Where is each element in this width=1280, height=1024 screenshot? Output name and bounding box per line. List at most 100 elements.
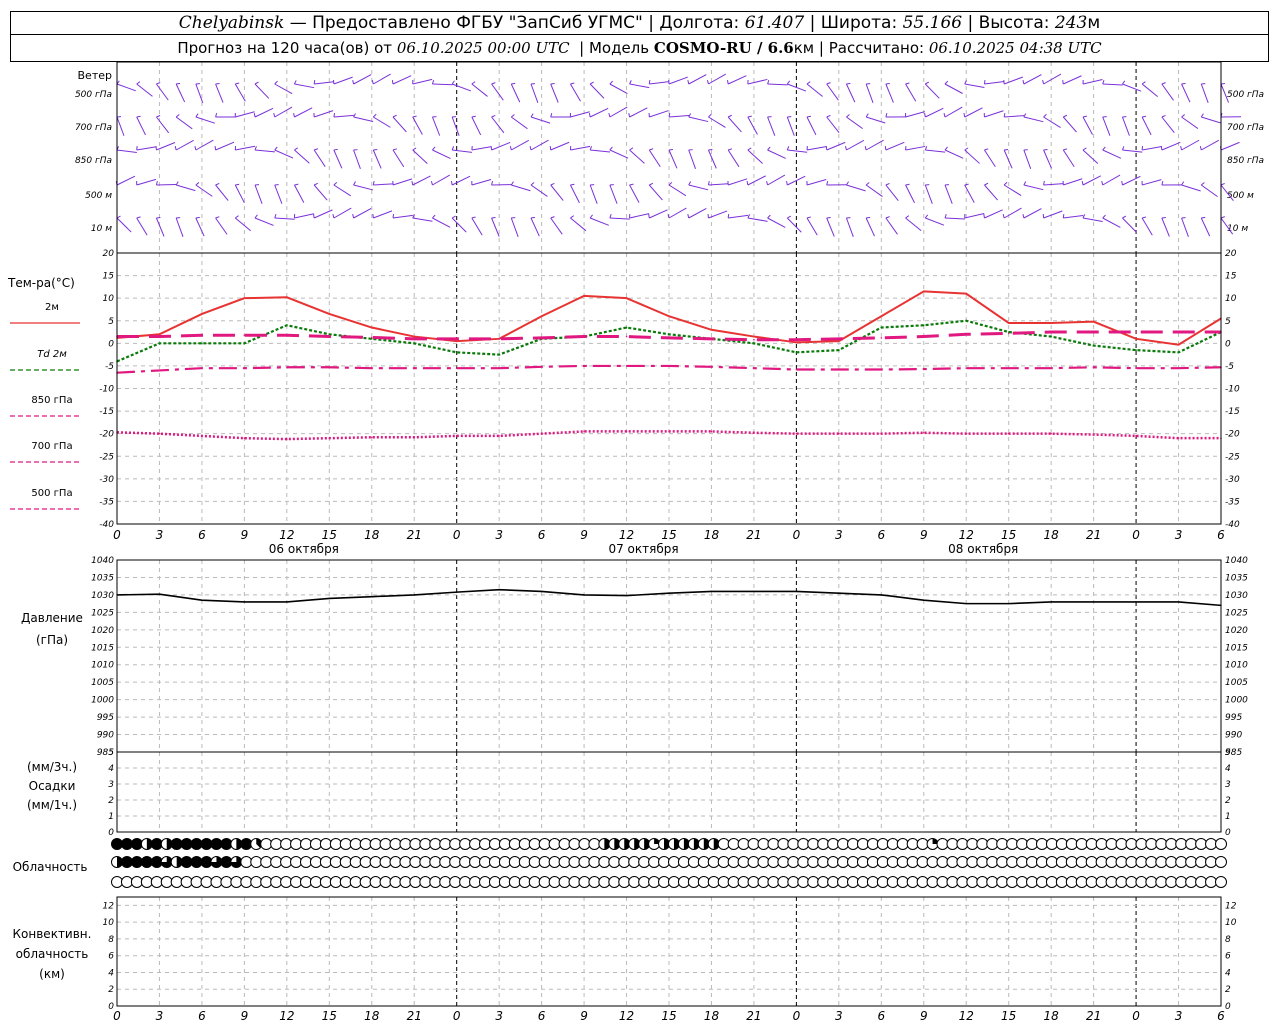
cloud-cover-icon bbox=[687, 876, 700, 888]
cloud-cover-icon bbox=[508, 856, 521, 868]
wind-barb-flag bbox=[450, 180, 453, 186]
cloud-cover-icon bbox=[548, 856, 561, 868]
cloud-cover-icon bbox=[737, 876, 750, 888]
cloud-cover-icon bbox=[558, 838, 571, 850]
wind-barb-flag bbox=[609, 80, 614, 85]
temp-data-point bbox=[625, 365, 628, 367]
legend-label: 700 гПа bbox=[31, 441, 72, 452]
wind-barb bbox=[491, 116, 505, 134]
wind-barb bbox=[1003, 184, 1022, 197]
wind-barb bbox=[510, 217, 519, 237]
wind-barb-flag bbox=[550, 216, 555, 219]
wind-barb bbox=[944, 106, 963, 118]
wind-barb bbox=[1062, 116, 1077, 133]
cloud-cover-icon bbox=[827, 856, 840, 868]
wind-barb bbox=[1201, 116, 1221, 124]
wind-barb-flag bbox=[1063, 114, 1068, 118]
wind-barb-flag bbox=[1180, 145, 1183, 151]
y-tick-label-left: -25 bbox=[99, 452, 114, 462]
cloud-cover-icon bbox=[270, 876, 283, 888]
cloud-cover-icon bbox=[508, 838, 521, 850]
cloud-cover-icon bbox=[538, 876, 551, 888]
wind-barb-flag bbox=[1082, 147, 1087, 151]
wind-barb bbox=[1102, 83, 1123, 86]
wind-barb bbox=[254, 83, 270, 99]
wind-barb-flag bbox=[254, 214, 258, 219]
wind-barb-flag bbox=[412, 147, 417, 151]
x-tick-label: 12 bbox=[279, 528, 294, 542]
pressure-data-point bbox=[710, 590, 713, 593]
wind-barb bbox=[1082, 149, 1099, 164]
wind-barb bbox=[649, 209, 668, 219]
wind-barb-flag bbox=[826, 82, 831, 85]
pressure-data-point bbox=[1177, 601, 1180, 603]
cloud-cover-icon bbox=[518, 876, 531, 888]
wind-barb-flag bbox=[983, 213, 985, 219]
temp-data-point bbox=[838, 340, 840, 342]
wind-barb bbox=[708, 116, 726, 128]
wind-barb-flag bbox=[687, 213, 690, 219]
wind-barb bbox=[885, 141, 905, 151]
wind-barb-flag bbox=[175, 181, 179, 186]
wind-barb bbox=[136, 217, 148, 236]
temp-data-point bbox=[1007, 432, 1010, 435]
wind-barb-flag bbox=[215, 113, 218, 118]
wind-barb bbox=[964, 83, 985, 88]
wind-barb-flag bbox=[727, 114, 732, 118]
cloud-cover-icon bbox=[548, 838, 561, 850]
wind-barb bbox=[353, 208, 372, 219]
wind-barb bbox=[1161, 116, 1175, 133]
wind-barb bbox=[1004, 115, 1025, 118]
wind-barb-flag bbox=[905, 82, 910, 85]
temp-data-point bbox=[965, 319, 968, 322]
wind-barb bbox=[589, 217, 609, 226]
wind-barb-flag bbox=[294, 147, 299, 151]
wind-barb bbox=[649, 81, 670, 85]
wind-barb bbox=[806, 179, 827, 186]
x-tick-label: 6 bbox=[1217, 528, 1225, 542]
temp-data-point bbox=[1092, 433, 1095, 436]
wind-barb-flag bbox=[293, 112, 295, 118]
temp-data-point bbox=[243, 342, 246, 345]
y-tick-label-right: -5 bbox=[1225, 362, 1234, 372]
wind-barb-flag bbox=[471, 115, 476, 118]
cloud-cover-icon bbox=[1016, 876, 1029, 888]
x-tick-label: 0 bbox=[453, 528, 461, 542]
temp-data-point bbox=[540, 366, 543, 368]
wind-barb-flag bbox=[707, 180, 710, 186]
cloud-cover-fill bbox=[171, 838, 183, 850]
temp-data-point bbox=[753, 342, 755, 345]
pressure-data-point bbox=[286, 601, 288, 603]
cloud-cover-icon bbox=[906, 856, 919, 868]
cloud-cover-icon bbox=[926, 856, 939, 868]
wind-barb bbox=[1023, 74, 1042, 85]
cloud-cover-icon bbox=[717, 838, 730, 850]
x-tick-label-bottom: 15 bbox=[661, 1009, 676, 1023]
temp-data-point bbox=[753, 338, 755, 341]
wind-barb bbox=[530, 83, 539, 103]
cloud-cover-icon bbox=[737, 838, 750, 850]
wind-barb bbox=[727, 178, 748, 186]
wind-barb-flag bbox=[885, 216, 890, 219]
cloud-cover-fill bbox=[191, 838, 203, 850]
temp-data-point bbox=[286, 296, 288, 299]
wind-barb bbox=[845, 217, 854, 237]
wind-barb-flag bbox=[905, 215, 910, 219]
wind-barb bbox=[333, 76, 353, 85]
cloud-cover-icon bbox=[677, 856, 690, 868]
cloud-cover-fill bbox=[121, 856, 133, 868]
wind-barb bbox=[767, 149, 786, 159]
wind-barb bbox=[491, 83, 504, 101]
pressure-data-point bbox=[158, 593, 161, 595]
wind-level-label: 850 гПа bbox=[75, 156, 112, 166]
wind-barb-flag bbox=[648, 213, 650, 219]
y-tick-label-right: 5 bbox=[1225, 748, 1231, 758]
wind-barb-flag bbox=[1121, 180, 1123, 186]
cloud-cover-icon bbox=[329, 856, 342, 868]
x-tick-label: 18 bbox=[704, 528, 720, 542]
cloud-cover-icon bbox=[439, 838, 452, 850]
cloud-cover-icon bbox=[459, 838, 472, 850]
cloud-cover-icon bbox=[837, 876, 850, 888]
cloud-cover-icon bbox=[767, 856, 780, 868]
wind-barb bbox=[707, 149, 717, 169]
